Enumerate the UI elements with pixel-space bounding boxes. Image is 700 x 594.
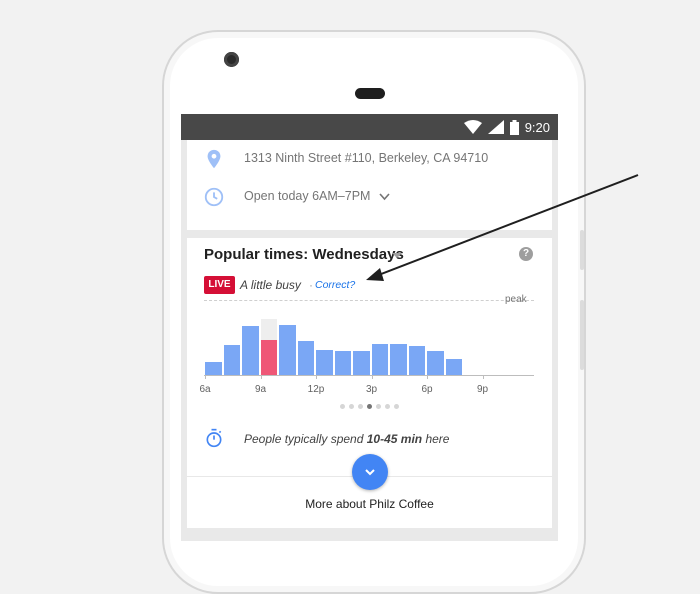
status-time: 9:20	[524, 119, 550, 135]
hour-bar[interactable]	[408, 345, 425, 375]
clock-icon	[204, 187, 224, 207]
day-page-dot[interactable]	[376, 404, 381, 409]
x-axis-tick	[371, 375, 373, 379]
x-axis-tick-label: 6p	[421, 384, 433, 395]
timer-icon	[206, 428, 222, 448]
hours-row[interactable]: Open today 6AM–7PM	[187, 182, 552, 212]
hour-bar[interactable]	[297, 340, 314, 375]
popular-times-card: Popular times: Wednesdays ? LIVE A littl…	[187, 238, 552, 528]
live-badge: LIVE	[204, 276, 235, 294]
day-page-dot[interactable]	[385, 404, 390, 409]
help-icon[interactable]: ?	[519, 247, 533, 261]
visit-duration-text: People typically spend 10-45 min here	[244, 432, 449, 446]
x-axis-tick	[482, 375, 484, 379]
more-about-link[interactable]: More about Philz Coffee	[187, 497, 552, 511]
earpiece-speaker	[355, 88, 385, 99]
chevron-down-icon[interactable]	[379, 193, 390, 201]
hour-bar[interactable]	[205, 361, 222, 375]
place-info-card: 1313 Ninth Street #110, Berkeley, CA 947…	[187, 140, 552, 230]
power-button	[580, 300, 584, 370]
live-busyness-bar[interactable]	[260, 339, 277, 375]
day-page-dot[interactable]	[367, 404, 372, 409]
front-camera	[224, 52, 239, 67]
day-page-dot[interactable]	[340, 404, 345, 409]
x-axis-tick-label: 12p	[307, 384, 325, 395]
expand-button[interactable]	[352, 454, 388, 490]
visit-duration-suffix: here	[422, 432, 450, 446]
visit-duration-value: 10-45 min	[366, 432, 423, 446]
address-text: 1313 Ninth Street #110, Berkeley, CA 947…	[244, 151, 489, 165]
x-axis-tick-label: 6a	[199, 384, 211, 395]
x-axis-tick-label: 9p	[476, 384, 489, 395]
status-bar: 9:20	[181, 114, 558, 140]
phone-screen: 9:20 1313 Ninth Street #110, Berkeley, C…	[181, 114, 558, 541]
hour-bar[interactable]	[223, 345, 240, 375]
wifi-icon	[463, 120, 482, 134]
x-axis-tick	[205, 375, 206, 379]
hour-bar[interactable]	[353, 351, 370, 375]
location-pin-icon	[207, 149, 221, 169]
live-status-text: A little busy	[240, 278, 301, 292]
hour-bar[interactable]	[390, 344, 407, 375]
correct-link[interactable]: Correct?	[315, 279, 355, 291]
volume-button	[580, 230, 584, 270]
separator-dot: ·	[309, 278, 313, 292]
address-row[interactable]: 1313 Ninth Street #110, Berkeley, CA 947…	[187, 144, 552, 174]
day-page-dot[interactable]	[349, 404, 354, 409]
chart-baseline	[204, 375, 534, 376]
hour-bar[interactable]	[279, 324, 296, 375]
day-page-dot[interactable]	[394, 404, 399, 409]
hour-bar[interactable]	[316, 350, 333, 375]
popular-times-chart[interactable]	[204, 300, 534, 375]
hour-bar[interactable]	[242, 326, 259, 375]
x-axis-tick-label: 9a	[254, 384, 267, 395]
x-axis-tick	[316, 375, 317, 379]
day-dropdown-arrow-icon[interactable]	[392, 253, 402, 258]
hour-bar[interactable]	[445, 359, 462, 375]
x-axis-tick	[427, 375, 428, 379]
chevron-down-icon	[365, 469, 375, 476]
hour-bar[interactable]	[427, 351, 444, 375]
signal-icon	[487, 120, 504, 134]
battery-icon	[509, 119, 519, 135]
hours-text: Open today 6AM–7PM	[244, 189, 371, 203]
hour-bar[interactable]	[371, 344, 388, 375]
x-axis-tick	[260, 375, 262, 379]
x-axis-tick-label: 3p	[365, 384, 378, 395]
hour-bar[interactable]	[334, 351, 351, 375]
day-page-dot[interactable]	[358, 404, 363, 409]
popular-times-title[interactable]: Popular times: Wednesdays	[204, 246, 404, 263]
visit-duration-prefix: People typically spend	[244, 432, 367, 446]
